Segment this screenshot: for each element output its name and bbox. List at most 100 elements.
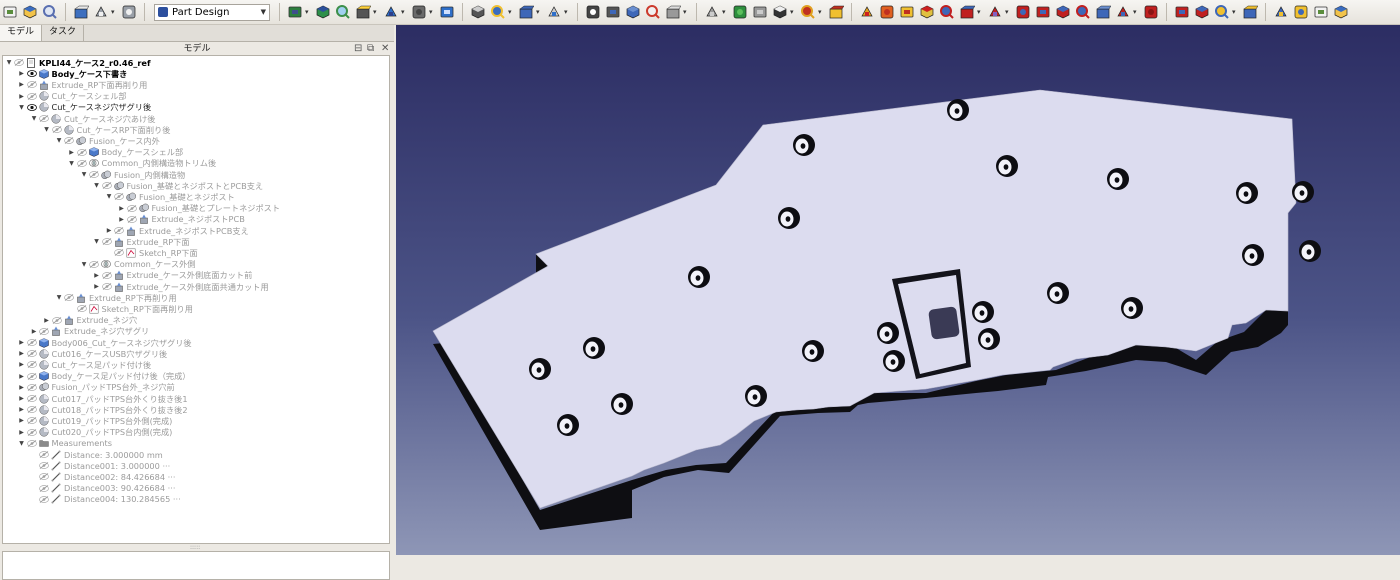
hidden-eye-icon[interactable] (26, 383, 38, 391)
expand-down-icon[interactable]: ▼ (105, 193, 113, 200)
screw-hole-center[interactable] (695, 275, 701, 281)
tree-item[interactable]: ▼ Extrude_RP下再削り用 (55, 292, 177, 303)
hidden-eye-icon[interactable] (101, 271, 113, 279)
dropdown-arrow-icon[interactable]: ▾ (401, 3, 407, 21)
body-icon[interactable] (604, 3, 622, 21)
dropdown-arrow-icon[interactable]: ▾ (1232, 3, 1238, 21)
dropdown-arrow-icon[interactable]: ▾ (564, 3, 570, 21)
tree-item[interactable]: ▼ Cut_ケースネジ穴ザグリ後 (18, 102, 151, 113)
dropdown-arrow-icon[interactable]: ▾ (508, 3, 514, 21)
tree-item[interactable]: Distance004: 130.284565 ··· (30, 494, 181, 505)
dropdown-arrow-icon[interactable]: ▾ (722, 3, 728, 21)
attach-icon[interactable] (827, 3, 845, 21)
tree-item[interactable]: Sketch_RP下面 (105, 247, 198, 258)
expand-right-icon[interactable]: ▶ (18, 361, 26, 368)
hidden-eye-icon[interactable] (26, 81, 38, 89)
boolean-icon[interactable] (1173, 3, 1191, 21)
hidden-eye-icon[interactable] (113, 227, 125, 234)
screw-hole-center[interactable] (785, 216, 791, 222)
dropdown-arrow-icon[interactable]: ▾ (818, 3, 824, 21)
expand-down-icon[interactable]: ▼ (93, 182, 101, 189)
hidden-eye-icon[interactable] (113, 249, 125, 257)
pad-icon[interactable] (878, 3, 896, 21)
part-icon[interactable] (489, 3, 507, 21)
expand-down-icon[interactable]: ▼ (43, 126, 51, 133)
whats-this-icon[interactable] (584, 3, 602, 21)
fillet-icon[interactable] (1193, 3, 1211, 21)
tree-item[interactable]: ▶ Extrude_RP下面再削り用 (18, 79, 147, 90)
dropdown-arrow-icon[interactable]: ▾ (683, 3, 689, 21)
expand-down-icon[interactable]: ▼ (5, 59, 13, 66)
usb-port-hole[interactable] (928, 306, 960, 340)
hidden-eye-icon[interactable] (26, 339, 38, 346)
hidden-eye-icon[interactable] (26, 428, 38, 436)
hidden-eye-icon[interactable] (88, 260, 100, 268)
coordinate-system-icon[interactable] (799, 3, 817, 21)
mirrored-icon[interactable] (1292, 3, 1310, 21)
expand-down-icon[interactable]: ▼ (30, 115, 38, 122)
expand-down-icon[interactable]: ▼ (55, 294, 63, 301)
additive-primitive-icon[interactable] (986, 3, 1004, 21)
datum-line-icon[interactable] (751, 3, 769, 21)
datum-plane-icon[interactable] (771, 3, 789, 21)
tree-item[interactable]: ▼ Common_ケース外側 (80, 259, 196, 270)
thickness-icon[interactable] (1272, 3, 1290, 21)
dropdown-arrow-icon[interactable]: ▾ (373, 3, 379, 21)
new-file-icon[interactable] (1, 3, 19, 21)
expand-right-icon[interactable]: ▶ (118, 205, 126, 212)
workbench-selector[interactable]: Part Design ▼ (154, 3, 270, 21)
collapse-icon[interactable]: ⊟ (354, 42, 362, 56)
splitter-handle[interactable]: ::::: (190, 545, 204, 551)
visibility-eye-icon[interactable] (26, 70, 38, 78)
screw-hole-center[interactable] (954, 108, 960, 114)
float-panel-icon[interactable]: ⧉ (367, 42, 374, 56)
zoom-fit-all-icon[interactable] (286, 3, 304, 21)
tree-item[interactable]: ▶ Extrude_ネジポストPCB支え (105, 225, 249, 236)
expand-right-icon[interactable]: ▶ (18, 395, 26, 402)
expand-right-icon[interactable]: ▶ (18, 417, 26, 424)
hidden-eye-icon[interactable] (38, 451, 50, 458)
redo-icon[interactable] (92, 3, 110, 21)
screw-hole-center[interactable] (884, 331, 890, 337)
tree-item[interactable]: ▶ Body_ケース下書き (18, 68, 127, 79)
expand-right-icon[interactable]: ▶ (18, 93, 26, 100)
tree-item[interactable]: ▶ Cut016_ケースUSB穴ザグリ後 (18, 348, 167, 359)
hidden-eye-icon[interactable] (76, 305, 88, 313)
groove-icon[interactable] (1054, 3, 1072, 21)
screw-hole-center[interactable] (985, 337, 991, 343)
tree-item[interactable]: ▶ Cut020_パッドTPS台内側(完成) (18, 427, 172, 438)
screw-hole-center[interactable] (752, 394, 758, 400)
tree-item[interactable]: ▼ Fusion_基礎とネジポストとPCB支え (93, 180, 263, 191)
hidden-eye-icon[interactable] (26, 406, 38, 414)
dropdown-arrow-icon[interactable]: ▾ (111, 3, 117, 21)
tree-item[interactable]: ▶ Fusion_基礎とプレートネジポスト (118, 203, 280, 214)
screw-hole-center[interactable] (1114, 177, 1120, 183)
polar-pattern-icon[interactable] (1332, 3, 1350, 21)
expand-right-icon[interactable]: ▶ (18, 429, 26, 436)
tree-item[interactable]: Distance001: 3.000000 ··· (30, 460, 170, 471)
hidden-eye-icon[interactable] (26, 439, 38, 447)
draw-style-icon[interactable] (382, 3, 400, 21)
tab-tasks[interactable]: タスク (42, 25, 85, 41)
hidden-eye-icon[interactable] (76, 148, 88, 156)
pipe-icon[interactable] (938, 3, 956, 21)
tree-item[interactable]: ▶ Fusion_パッドTPS台外_ネジ穴前 (18, 382, 175, 393)
sub-shape-binder-icon[interactable] (858, 3, 876, 21)
expand-down-icon[interactable]: ▼ (18, 104, 26, 111)
hidden-eye-icon[interactable] (38, 327, 50, 335)
hidden-eye-icon[interactable] (38, 115, 50, 122)
expand-down-icon[interactable]: ▼ (80, 261, 88, 268)
tree-item[interactable]: ▶ Cut018_パッドTPS台外くり抜き後2 (18, 404, 187, 415)
tree-item[interactable]: ▼ Fusion_基礎とネジポスト (105, 191, 235, 202)
expand-right-icon[interactable]: ▶ (18, 81, 26, 88)
revolution-icon[interactable] (898, 3, 916, 21)
expand-right-icon[interactable]: ▶ (30, 328, 38, 335)
expand-right-icon[interactable]: ▶ (18, 384, 26, 391)
case-top-face[interactable] (432, 89, 1297, 509)
expand-right-icon[interactable]: ▶ (18, 373, 26, 380)
hidden-eye-icon[interactable] (38, 462, 50, 470)
dropdown-arrow-icon[interactable]: ▾ (536, 3, 542, 21)
screw-hole-center[interactable] (800, 143, 806, 149)
dropdown-arrow-icon[interactable]: ▾ (429, 3, 435, 21)
hidden-eye-icon[interactable] (76, 159, 88, 167)
